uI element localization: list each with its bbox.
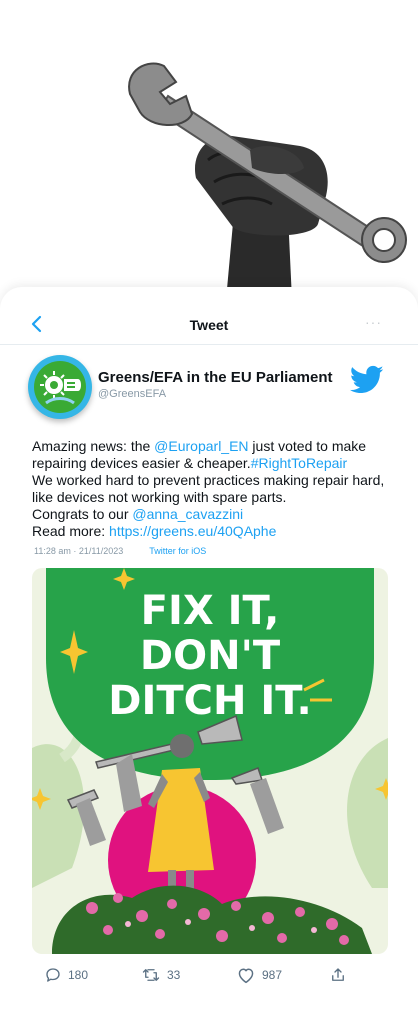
tweet-text-segment: Read more: — [32, 523, 110, 539]
retweet-icon — [142, 969, 160, 981]
poster-line-2: DON'T — [140, 633, 281, 679]
retweet-count: 33 — [167, 968, 181, 982]
wrench-fist-illustration — [128, 62, 407, 300]
page-title: Tweet — [189, 317, 229, 333]
twitter-bird-icon — [350, 365, 384, 394]
tweet-text-segment: Amazing news: the — [32, 438, 155, 454]
like-count: 987 — [262, 968, 283, 982]
tweet-text-segment: We worked hard to prevent practices maki… — [32, 472, 385, 505]
retweet-button[interactable]: 33 — [141, 966, 180, 984]
poster-line-1: FIX IT, — [141, 588, 280, 634]
author-display-name[interactable]: Greens/EFA in the EU Parliament — [98, 369, 333, 386]
share-button[interactable] — [329, 966, 353, 984]
url-link[interactable]: https://greens.eu/40QAphe — [109, 523, 276, 539]
author-handle[interactable]: @GreensEFA — [98, 388, 166, 400]
greens-efa-logo — [34, 361, 86, 413]
tweet-source[interactable]: Twitter for iOS — [149, 546, 206, 556]
reply-icon — [46, 968, 60, 982]
tweet-text-segment: Congrats to our — [32, 506, 133, 522]
reply-count: 180 — [68, 968, 89, 982]
mention-link-europarl[interactable]: @Europarl_EN — [154, 438, 248, 454]
mention-link-cavazzini[interactable]: @anna_cavazzini — [132, 506, 243, 522]
like-button[interactable]: 987 — [236, 966, 282, 984]
tweet-header: Tweet ··· — [0, 287, 418, 345]
heart-icon — [238, 968, 254, 984]
share-icon — [332, 968, 344, 981]
tweet-text: Amazing news: the @Europarl_EN just vote… — [32, 438, 392, 540]
tweet-actions: 180 33 987 — [0, 962, 418, 992]
tweet-media-image[interactable]: FIX IT, DON'T DITCH IT. — [32, 568, 388, 954]
tweet-meta: 11:28 am · 21/11/2023 Twitter for iOS — [34, 546, 206, 556]
tweet-timestamp[interactable]: 11:28 am · 21/11/2023 — [34, 546, 123, 556]
poster-line-3: DITCH IT. — [108, 678, 311, 724]
more-options-button[interactable]: ··· — [365, 315, 382, 329]
hashtag-link[interactable]: #RightToRepair — [251, 455, 348, 471]
tweet-author: Greens/EFA in the EU Parliament @GreensE… — [28, 355, 398, 425]
reply-button[interactable]: 180 — [44, 966, 88, 984]
avatar[interactable] — [28, 355, 92, 419]
